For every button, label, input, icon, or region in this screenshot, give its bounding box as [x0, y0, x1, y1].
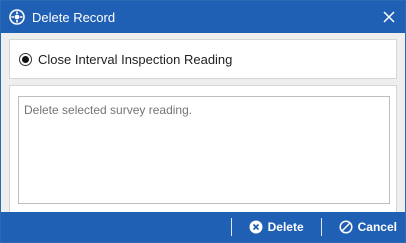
- footer-bar: Delete Cancel: [1, 212, 405, 242]
- option-radio[interactable]: [19, 52, 32, 66]
- radio-selected-dot: [22, 55, 29, 63]
- footer-separator: [320, 218, 322, 236]
- option-panel: Close Interval Inspection Reading: [9, 39, 397, 79]
- x-circle-icon: [249, 220, 263, 234]
- cancel-button[interactable]: Cancel: [322, 220, 405, 234]
- delete-record-dialog: Delete Record Close Interval Inspection …: [0, 0, 406, 243]
- dialog-title: Delete Record: [32, 9, 116, 25]
- title-bar: Delete Record: [1, 1, 405, 33]
- cancel-circle-icon: [339, 220, 353, 234]
- cancel-label: Cancel: [357, 220, 397, 234]
- delete-label: Delete: [267, 220, 304, 234]
- description-textarea[interactable]: [18, 96, 390, 204]
- delete-button[interactable]: Delete: [232, 220, 311, 234]
- footer-separator: [230, 218, 232, 236]
- close-icon[interactable]: [379, 7, 399, 27]
- option-label[interactable]: Close Interval Inspection Reading: [38, 52, 232, 67]
- app-logo-icon: [9, 9, 25, 25]
- description-panel: [9, 85, 397, 213]
